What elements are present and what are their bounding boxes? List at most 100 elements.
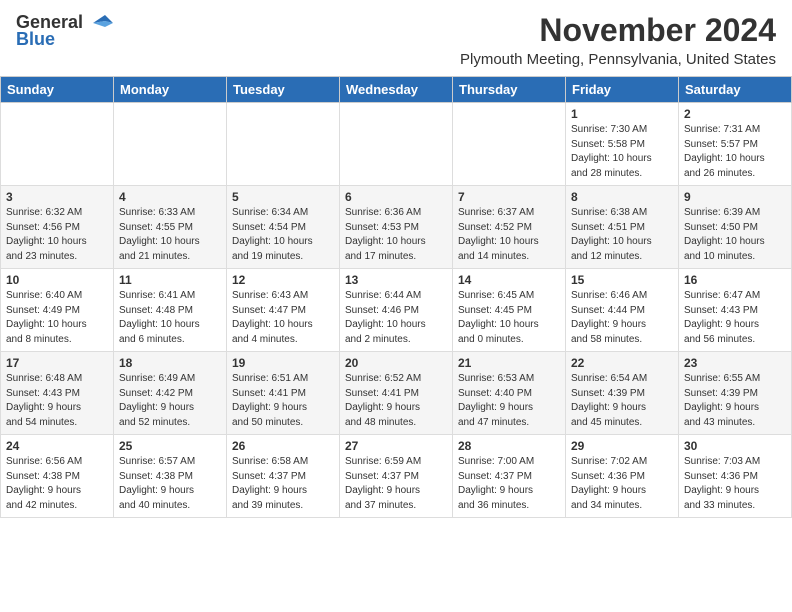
day-number: 25 [119, 439, 221, 453]
calendar-cell: 18 Sunrise: 6:49 AM Sunset: 4:42 PM Dayli… [114, 352, 227, 435]
calendar-day-header: Monday [114, 77, 227, 103]
day-info: Sunrise: 7:02 AM Sunset: 4:36 PM Dayligh… [571, 455, 673, 513]
calendar-cell: 15 Sunrise: 6:46 AM Sunset: 4:44 PM Dayli… [566, 269, 679, 352]
calendar-cell: 10 Sunrise: 6:40 AM Sunset: 4:49 PM Dayli… [1, 269, 114, 352]
calendar-cell: 1 Sunrise: 7:30 AM Sunset: 5:58 PM Daylig… [566, 103, 679, 186]
calendar-cell: 20 Sunrise: 6:52 AM Sunset: 4:41 PM Dayli… [340, 352, 453, 435]
calendar-cell: 13 Sunrise: 6:44 AM Sunset: 4:46 PM Dayli… [340, 269, 453, 352]
day-number: 21 [458, 356, 560, 370]
day-number: 27 [345, 439, 447, 453]
calendar-cell: 8Sunrise: 6:38 AM Sunset: 4:51 PM Daylig… [566, 186, 679, 269]
calendar-cell: 6 Sunrise: 6:36 AM Sunset: 4:53 PM Daylig… [340, 186, 453, 269]
logo-text-blue: Blue [16, 29, 55, 50]
day-info: Sunrise: 6:38 AM Sunset: 4:51 PM Dayligh… [571, 206, 673, 264]
day-number: 24 [6, 439, 108, 453]
day-number: 30 [684, 439, 786, 453]
day-number: 23 [684, 356, 786, 370]
calendar-day-header: Saturday [679, 77, 792, 103]
day-number: 11 [119, 273, 221, 287]
day-info: Sunrise: 6:54 AM Sunset: 4:39 PM Dayligh… [571, 372, 673, 430]
day-info: Sunrise: 6:55 AM Sunset: 4:39 PM Dayligh… [684, 372, 786, 430]
calendar-week-row: 24 Sunrise: 6:56 AM Sunset: 4:38 PM Dayli… [1, 435, 792, 518]
calendar-week-row: 1 Sunrise: 7:30 AM Sunset: 5:58 PM Daylig… [1, 103, 792, 186]
calendar-cell: 23 Sunrise: 6:55 AM Sunset: 4:39 PM Dayli… [679, 352, 792, 435]
day-info: Sunrise: 6:59 AM Sunset: 4:37 PM Dayligh… [345, 455, 447, 513]
day-number: 14 [458, 273, 560, 287]
calendar-cell: 21 Sunrise: 6:53 AM Sunset: 4:40 PM Dayli… [453, 352, 566, 435]
day-info: Sunrise: 7:00 AM Sunset: 4:37 PM Dayligh… [458, 455, 560, 513]
day-number: 12 [232, 273, 334, 287]
day-number: 28 [458, 439, 560, 453]
day-info: Sunrise: 6:57 AM Sunset: 4:38 PM Dayligh… [119, 455, 221, 513]
day-info: Sunrise: 6:47 AM Sunset: 4:43 PM Dayligh… [684, 289, 786, 347]
day-number: 6 [345, 190, 447, 204]
calendar-cell: 19 Sunrise: 6:51 AM Sunset: 4:41 PM Dayli… [227, 352, 340, 435]
day-info: Sunrise: 7:30 AM Sunset: 5:58 PM Dayligh… [571, 123, 673, 181]
day-info: Sunrise: 6:41 AM Sunset: 4:48 PM Dayligh… [119, 289, 221, 347]
day-info: Sunrise: 6:52 AM Sunset: 4:41 PM Dayligh… [345, 372, 447, 430]
day-number: 7 [458, 190, 560, 204]
calendar-cell: 4Sunrise: 6:33 AM Sunset: 4:55 PM Daylig… [114, 186, 227, 269]
calendar-header-row: SundayMondayTuesdayWednesdayThursdayFrid… [1, 77, 792, 103]
day-number: 16 [684, 273, 786, 287]
calendar-cell: 26 Sunrise: 6:58 AM Sunset: 4:37 PM Dayli… [227, 435, 340, 518]
calendar-day-header: Thursday [453, 77, 566, 103]
calendar-cell [1, 103, 114, 186]
day-number: 26 [232, 439, 334, 453]
calendar-cell: 27 Sunrise: 6:59 AM Sunset: 4:37 PM Dayli… [340, 435, 453, 518]
calendar-day-header: Friday [566, 77, 679, 103]
calendar-cell [114, 103, 227, 186]
day-number: 10 [6, 273, 108, 287]
calendar-cell: 9 Sunrise: 6:39 AM Sunset: 4:50 PM Daylig… [679, 186, 792, 269]
day-info: Sunrise: 6:34 AM Sunset: 4:54 PM Dayligh… [232, 206, 334, 264]
day-info: Sunrise: 6:58 AM Sunset: 4:37 PM Dayligh… [232, 455, 334, 513]
calendar-cell: 2Sunrise: 7:31 AM Sunset: 5:57 PM Daylig… [679, 103, 792, 186]
calendar-cell: 29 Sunrise: 7:02 AM Sunset: 4:36 PM Dayli… [566, 435, 679, 518]
logo: General Blue [16, 12, 113, 50]
calendar-day-header: Tuesday [227, 77, 340, 103]
day-number: 4 [119, 190, 221, 204]
calendar-cell: 7 Sunrise: 6:37 AM Sunset: 4:52 PM Daylig… [453, 186, 566, 269]
day-info: Sunrise: 6:53 AM Sunset: 4:40 PM Dayligh… [458, 372, 560, 430]
day-info: Sunrise: 6:56 AM Sunset: 4:38 PM Dayligh… [6, 455, 108, 513]
day-info: Sunrise: 6:49 AM Sunset: 4:42 PM Dayligh… [119, 372, 221, 430]
calendar-cell [453, 103, 566, 186]
calendar-table: SundayMondayTuesdayWednesdayThursdayFrid… [0, 76, 792, 518]
day-info: Sunrise: 6:51 AM Sunset: 4:41 PM Dayligh… [232, 372, 334, 430]
day-number: 3 [6, 190, 108, 204]
day-number: 19 [232, 356, 334, 370]
calendar-week-row: 10 Sunrise: 6:40 AM Sunset: 4:49 PM Dayli… [1, 269, 792, 352]
calendar-cell: 12Sunrise: 6:43 AM Sunset: 4:47 PM Dayli… [227, 269, 340, 352]
day-info: Sunrise: 6:48 AM Sunset: 4:43 PM Dayligh… [6, 372, 108, 430]
day-number: 15 [571, 273, 673, 287]
day-number: 17 [6, 356, 108, 370]
day-info: Sunrise: 6:40 AM Sunset: 4:49 PM Dayligh… [6, 289, 108, 347]
day-info: Sunrise: 6:39 AM Sunset: 4:50 PM Dayligh… [684, 206, 786, 264]
location: Plymouth Meeting, Pennsylvania, United S… [460, 51, 776, 68]
day-info: Sunrise: 6:32 AM Sunset: 4:56 PM Dayligh… [6, 206, 108, 264]
day-info: Sunrise: 6:46 AM Sunset: 4:44 PM Dayligh… [571, 289, 673, 347]
day-number: 13 [345, 273, 447, 287]
day-number: 1 [571, 107, 673, 121]
logo-bird-icon [85, 13, 113, 33]
day-number: 18 [119, 356, 221, 370]
calendar-cell: 16 Sunrise: 6:47 AM Sunset: 4:43 PM Dayli… [679, 269, 792, 352]
calendar-cell: 14Sunrise: 6:45 AM Sunset: 4:45 PM Dayli… [453, 269, 566, 352]
day-info: Sunrise: 6:36 AM Sunset: 4:53 PM Dayligh… [345, 206, 447, 264]
calendar-cell: 24 Sunrise: 6:56 AM Sunset: 4:38 PM Dayli… [1, 435, 114, 518]
calendar-cell [227, 103, 340, 186]
calendar-week-row: 17 Sunrise: 6:48 AM Sunset: 4:43 PM Dayli… [1, 352, 792, 435]
month-title: November 2024 [460, 12, 776, 49]
day-number: 9 [684, 190, 786, 204]
calendar-day-header: Wednesday [340, 77, 453, 103]
calendar-cell: 22Sunrise: 6:54 AM Sunset: 4:39 PM Dayli… [566, 352, 679, 435]
day-number: 2 [684, 107, 786, 121]
day-info: Sunrise: 6:44 AM Sunset: 4:46 PM Dayligh… [345, 289, 447, 347]
calendar-cell: 5Sunrise: 6:34 AM Sunset: 4:54 PM Daylig… [227, 186, 340, 269]
day-number: 29 [571, 439, 673, 453]
title-section: November 2024 Plymouth Meeting, Pennsylv… [460, 12, 776, 68]
day-number: 20 [345, 356, 447, 370]
day-info: Sunrise: 6:37 AM Sunset: 4:52 PM Dayligh… [458, 206, 560, 264]
calendar-cell: 3 Sunrise: 6:32 AM Sunset: 4:56 PM Daylig… [1, 186, 114, 269]
calendar-cell: 30Sunrise: 7:03 AM Sunset: 4:36 PM Dayli… [679, 435, 792, 518]
